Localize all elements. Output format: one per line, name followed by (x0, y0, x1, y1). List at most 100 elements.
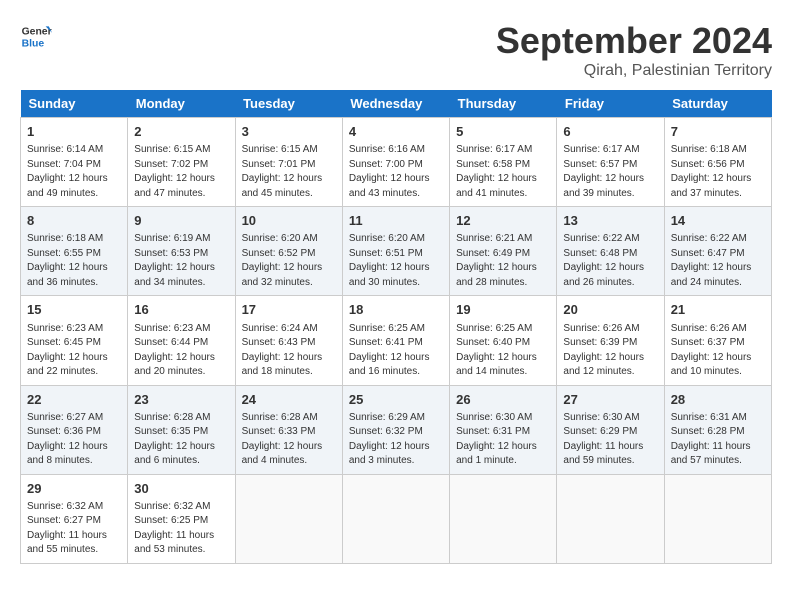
calendar-cell: 29 Sunrise: 6:32 AM Sunset: 6:27 PM Dayli… (21, 474, 128, 563)
calendar-cell: 1Sunrise: 6:14 AM Sunset: 7:04 PM Daylig… (21, 118, 128, 207)
calendar-cell: 15Sunrise: 6:23 AM Sunset: 6:45 PM Dayli… (21, 296, 128, 385)
calendar-cell: 11 Sunrise: 6:20 AM Sunset: 6:51 PM Dayli… (342, 207, 449, 296)
calendar-cell: 28 Sunrise: 6:31 AM Sunset: 6:28 PM Dayli… (664, 385, 771, 474)
weekday-header-friday: Friday (557, 90, 664, 118)
title-block: September 2024 Qirah, Palestinian Territ… (496, 20, 772, 80)
day-info: Sunrise: 6:26 AM Sunset: 6:39 PM Dayligh… (563, 322, 657, 380)
day-info: Sunrise: 6:30 AM Sunset: 6:31 PM Dayligh… (456, 411, 550, 469)
day-info: Sunrise: 6:20 AM Sunset: 6:52 PM Dayligh… (242, 232, 336, 290)
day-number: 3 (242, 123, 336, 141)
day-info: Sunrise: 6:21 AM Sunset: 6:49 PM Dayligh… (456, 232, 550, 290)
day-info: Sunrise: 6:15 AM Sunset: 7:01 PM Dayligh… (242, 143, 336, 201)
calendar-cell: 12 Sunrise: 6:21 AM Sunset: 6:49 PM Dayli… (450, 207, 557, 296)
day-info: Sunrise: 6:14 AM Sunset: 7:04 PM Dayligh… (27, 143, 121, 201)
calendar-week-row: 8 Sunrise: 6:18 AM Sunset: 6:55 PM Daylig… (21, 207, 772, 296)
calendar-cell: 14Sunrise: 6:22 AM Sunset: 6:47 PM Dayli… (664, 207, 771, 296)
day-info: Sunrise: 6:26 AM Sunset: 6:37 PM Dayligh… (671, 322, 765, 380)
day-info: Sunrise: 6:16 AM Sunset: 7:00 PM Dayligh… (349, 143, 443, 201)
calendar-week-row: 15Sunrise: 6:23 AM Sunset: 6:45 PM Dayli… (21, 296, 772, 385)
calendar-week-row: 29 Sunrise: 6:32 AM Sunset: 6:27 PM Dayli… (21, 474, 772, 563)
calendar-cell: 26Sunrise: 6:30 AM Sunset: 6:31 PM Dayli… (450, 385, 557, 474)
day-number: 4 (349, 123, 443, 141)
day-number: 22 (27, 391, 121, 409)
calendar-cell: 30 Sunrise: 6:32 AM Sunset: 6:25 PM Dayli… (128, 474, 235, 563)
day-number: 9 (134, 212, 228, 230)
day-number: 25 (349, 391, 443, 409)
calendar-cell: 2 Sunrise: 6:15 AM Sunset: 7:02 PM Daylig… (128, 118, 235, 207)
calendar-cell: 16Sunrise: 6:23 AM Sunset: 6:44 PM Dayli… (128, 296, 235, 385)
day-number: 17 (242, 301, 336, 319)
day-info: Sunrise: 6:29 AM Sunset: 6:32 PM Dayligh… (349, 411, 443, 469)
day-number: 8 (27, 212, 121, 230)
day-info: Sunrise: 6:32 AM Sunset: 6:27 PM Dayligh… (27, 500, 121, 558)
calendar-cell: 18 Sunrise: 6:25 AM Sunset: 6:41 PM Dayli… (342, 296, 449, 385)
weekday-header-saturday: Saturday (664, 90, 771, 118)
location-title: Qirah, Palestinian Territory (496, 62, 772, 80)
calendar-cell (342, 474, 449, 563)
calendar-cell: 27Sunrise: 6:30 AM Sunset: 6:29 PM Dayli… (557, 385, 664, 474)
calendar-week-row: 22 Sunrise: 6:27 AM Sunset: 6:36 PM Dayli… (21, 385, 772, 474)
calendar-cell: 20 Sunrise: 6:26 AM Sunset: 6:39 PM Dayli… (557, 296, 664, 385)
calendar-cell: 8 Sunrise: 6:18 AM Sunset: 6:55 PM Daylig… (21, 207, 128, 296)
calendar-cell: 6Sunrise: 6:17 AM Sunset: 6:57 PM Daylig… (557, 118, 664, 207)
calendar-cell: 17 Sunrise: 6:24 AM Sunset: 6:43 PM Dayli… (235, 296, 342, 385)
day-number: 23 (134, 391, 228, 409)
day-info: Sunrise: 6:24 AM Sunset: 6:43 PM Dayligh… (242, 322, 336, 380)
day-info: Sunrise: 6:23 AM Sunset: 6:44 PM Dayligh… (134, 322, 228, 380)
day-info: Sunrise: 6:31 AM Sunset: 6:28 PM Dayligh… (671, 411, 765, 469)
calendar-cell: 19Sunrise: 6:25 AM Sunset: 6:40 PM Dayli… (450, 296, 557, 385)
day-number: 30 (134, 480, 228, 498)
weekday-header-thursday: Thursday (450, 90, 557, 118)
day-info: Sunrise: 6:18 AM Sunset: 6:56 PM Dayligh… (671, 143, 765, 201)
calendar-cell: 13 Sunrise: 6:22 AM Sunset: 6:48 PM Dayli… (557, 207, 664, 296)
page-header: General Blue September 2024 Qirah, Pales… (20, 20, 772, 80)
day-number: 13 (563, 212, 657, 230)
day-info: Sunrise: 6:28 AM Sunset: 6:33 PM Dayligh… (242, 411, 336, 469)
day-info: Sunrise: 6:28 AM Sunset: 6:35 PM Dayligh… (134, 411, 228, 469)
day-number: 6 (563, 123, 657, 141)
calendar-cell (664, 474, 771, 563)
day-number: 2 (134, 123, 228, 141)
calendar-cell: 7 Sunrise: 6:18 AM Sunset: 6:56 PM Daylig… (664, 118, 771, 207)
day-number: 7 (671, 123, 765, 141)
day-number: 12 (456, 212, 550, 230)
day-info: Sunrise: 6:25 AM Sunset: 6:41 PM Dayligh… (349, 322, 443, 380)
day-info: Sunrise: 6:30 AM Sunset: 6:29 PM Dayligh… (563, 411, 657, 469)
calendar-table: SundayMondayTuesdayWednesdayThursdayFrid… (20, 90, 772, 564)
day-number: 11 (349, 212, 443, 230)
weekday-header-tuesday: Tuesday (235, 90, 342, 118)
calendar-cell: 24 Sunrise: 6:28 AM Sunset: 6:33 PM Dayli… (235, 385, 342, 474)
day-number: 20 (563, 301, 657, 319)
day-info: Sunrise: 6:15 AM Sunset: 7:02 PM Dayligh… (134, 143, 228, 201)
logo: General Blue (20, 20, 52, 52)
calendar-cell (450, 474, 557, 563)
calendar-cell: 5Sunrise: 6:17 AM Sunset: 6:58 PM Daylig… (450, 118, 557, 207)
day-number: 24 (242, 391, 336, 409)
day-info: Sunrise: 6:22 AM Sunset: 6:48 PM Dayligh… (563, 232, 657, 290)
logo-icon: General Blue (20, 20, 52, 52)
calendar-cell (235, 474, 342, 563)
day-number: 15 (27, 301, 121, 319)
weekday-header-row: SundayMondayTuesdayWednesdayThursdayFrid… (21, 90, 772, 118)
day-number: 19 (456, 301, 550, 319)
calendar-cell: 10 Sunrise: 6:20 AM Sunset: 6:52 PM Dayli… (235, 207, 342, 296)
calendar-cell: 21 Sunrise: 6:26 AM Sunset: 6:37 PM Dayli… (664, 296, 771, 385)
day-number: 5 (456, 123, 550, 141)
weekday-header-monday: Monday (128, 90, 235, 118)
weekday-header-sunday: Sunday (21, 90, 128, 118)
day-info: Sunrise: 6:19 AM Sunset: 6:53 PM Dayligh… (134, 232, 228, 290)
calendar-cell: 25 Sunrise: 6:29 AM Sunset: 6:32 PM Dayli… (342, 385, 449, 474)
calendar-cell: 3 Sunrise: 6:15 AM Sunset: 7:01 PM Daylig… (235, 118, 342, 207)
calendar-cell: 4 Sunrise: 6:16 AM Sunset: 7:00 PM Daylig… (342, 118, 449, 207)
day-number: 28 (671, 391, 765, 409)
day-info: Sunrise: 6:20 AM Sunset: 6:51 PM Dayligh… (349, 232, 443, 290)
weekday-header-wednesday: Wednesday (342, 90, 449, 118)
day-number: 10 (242, 212, 336, 230)
day-number: 29 (27, 480, 121, 498)
calendar-cell (557, 474, 664, 563)
day-info: Sunrise: 6:18 AM Sunset: 6:55 PM Dayligh… (27, 232, 121, 290)
day-number: 21 (671, 301, 765, 319)
day-info: Sunrise: 6:32 AM Sunset: 6:25 PM Dayligh… (134, 500, 228, 558)
day-number: 18 (349, 301, 443, 319)
day-info: Sunrise: 6:27 AM Sunset: 6:36 PM Dayligh… (27, 411, 121, 469)
